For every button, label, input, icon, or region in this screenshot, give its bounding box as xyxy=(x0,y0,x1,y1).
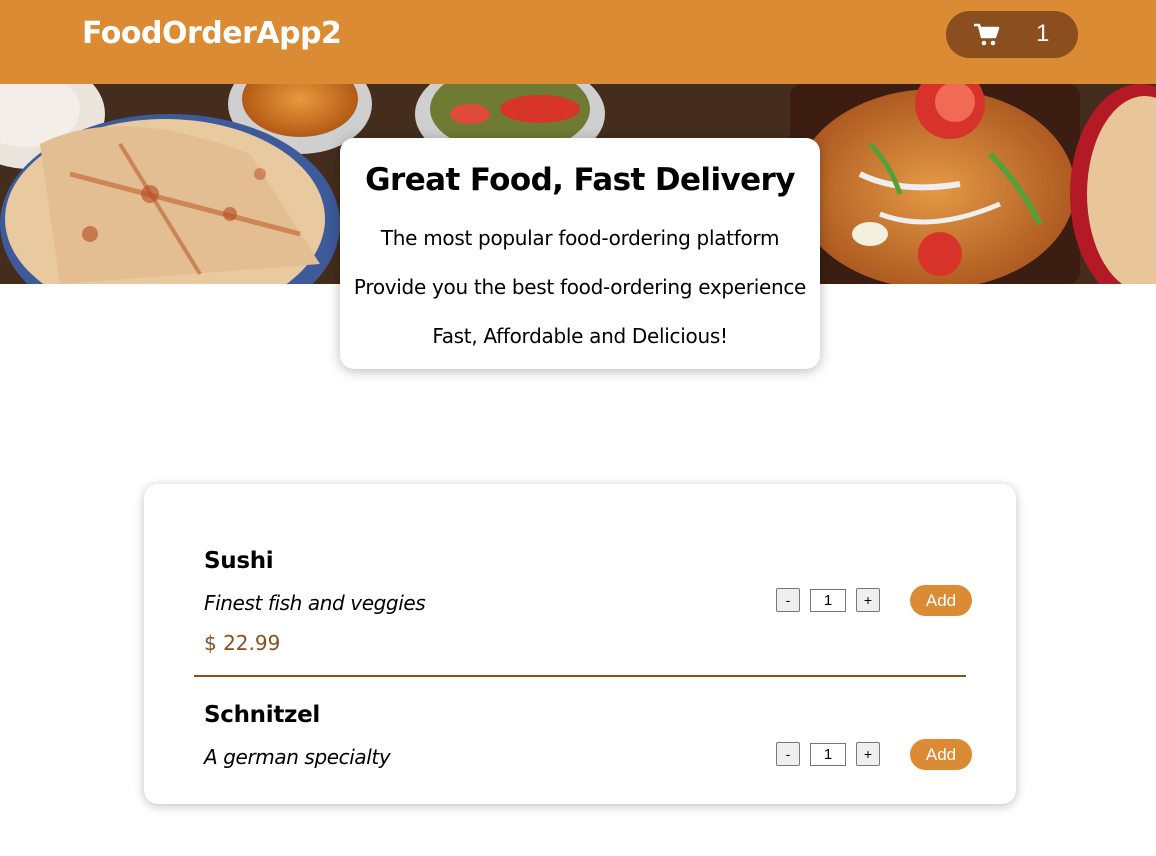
meal-name: Sushi xyxy=(204,548,274,574)
summary-title: Great Food, Fast Delivery xyxy=(365,162,795,198)
summary-line: The most popular food-ordering platform xyxy=(380,226,780,250)
quantity-input[interactable] xyxy=(810,589,846,612)
meal-description: A german specialty xyxy=(204,745,391,769)
cart-count-badge: 1 xyxy=(1036,20,1050,47)
increase-quantity-button[interactable]: + xyxy=(856,742,880,766)
summary-card: Great Food, Fast Delivery The most popul… xyxy=(340,138,820,369)
meals-list-card: Sushi Finest fish and veggies $ 22.99 - … xyxy=(144,484,1016,804)
summary-line: Fast, Affordable and Delicious! xyxy=(432,324,728,348)
quantity-input[interactable] xyxy=(810,743,846,766)
shopping-cart-icon xyxy=(974,23,1000,46)
increase-quantity-button[interactable]: + xyxy=(856,588,880,612)
meal-item: Sushi Finest fish and veggies $ 22.99 - … xyxy=(194,548,972,702)
decrease-quantity-button[interactable]: - xyxy=(776,742,800,766)
meal-price: $ 22.99 xyxy=(204,631,281,655)
meal-name: Schnitzel xyxy=(204,702,320,728)
meal-item: Schnitzel A german specialty - + Add xyxy=(194,702,972,856)
add-to-cart-button[interactable]: Add xyxy=(910,585,972,616)
add-to-cart-button[interactable]: Add xyxy=(910,739,972,770)
decrease-quantity-button[interactable]: - xyxy=(776,588,800,612)
app-header: FoodOrderApp2 1 xyxy=(0,0,1156,84)
meal-description: Finest fish and veggies xyxy=(204,591,426,615)
cart-button[interactable]: 1 xyxy=(946,11,1078,58)
summary-line: Provide you the best food-ordering exper… xyxy=(353,275,807,299)
app-title: FoodOrderApp2 xyxy=(82,16,342,51)
meal-divider xyxy=(194,675,966,677)
